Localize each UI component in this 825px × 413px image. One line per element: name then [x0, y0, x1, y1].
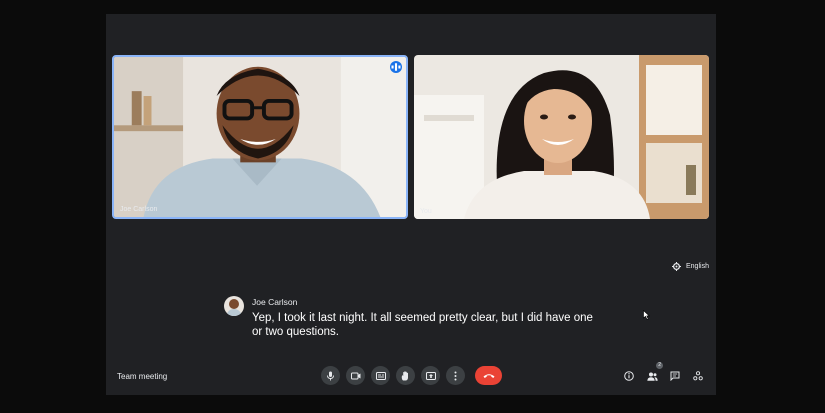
camera-button[interactable] — [346, 366, 365, 385]
phone-hangup-icon — [483, 373, 494, 378]
people-icon — [646, 372, 658, 381]
caption-language-label: English — [686, 263, 709, 270]
captions-icon — [375, 371, 386, 380]
meet-window: Joe Carlson You English Joe Carlson Yep,… — [106, 14, 716, 395]
caption-speaker-name: Joe Carlson — [252, 297, 298, 307]
hand-icon — [401, 370, 408, 380]
meeting-tools: 2 — [621, 362, 706, 384]
captions-button[interactable] — [371, 366, 390, 385]
more-vert-icon — [454, 371, 457, 380]
people-count-badge: 2 — [656, 362, 663, 369]
video-feed-you — [414, 55, 709, 219]
camera-icon — [350, 372, 360, 379]
video-tile-joe-carlson[interactable]: Joe Carlson — [112, 55, 408, 219]
caption-language-selector[interactable]: English — [672, 262, 709, 271]
video-tile-you[interactable]: You — [414, 55, 709, 219]
end-call-button[interactable] — [475, 366, 502, 385]
participant-name-tag: You — [420, 208, 432, 215]
chat-button[interactable] — [667, 368, 683, 384]
microphone-icon — [327, 371, 334, 380]
raise-hand-button[interactable] — [396, 366, 415, 385]
activities-button[interactable] — [690, 368, 706, 384]
present-button[interactable] — [421, 366, 440, 385]
people-button[interactable]: 2 — [644, 362, 663, 384]
video-feed-joe — [114, 57, 406, 217]
caption-text: Yep, I took it last night. It all seemed… — [252, 312, 593, 338]
activities-icon — [693, 371, 703, 381]
meeting-details-button[interactable] — [621, 368, 637, 384]
speaking-indicator-icon — [390, 61, 402, 73]
mouse-cursor-icon — [643, 310, 650, 320]
call-controls — [321, 366, 502, 385]
avatar — [224, 296, 244, 316]
participant-name-tag: Joe Carlson — [120, 206, 158, 213]
chat-icon — [670, 371, 680, 381]
info-icon — [624, 371, 634, 381]
present-icon — [425, 371, 436, 380]
more-options-button[interactable] — [446, 366, 465, 385]
microphone-button[interactable] — [321, 366, 340, 385]
gear-icon — [672, 262, 681, 271]
meeting-title: Team meeting — [117, 372, 168, 381]
